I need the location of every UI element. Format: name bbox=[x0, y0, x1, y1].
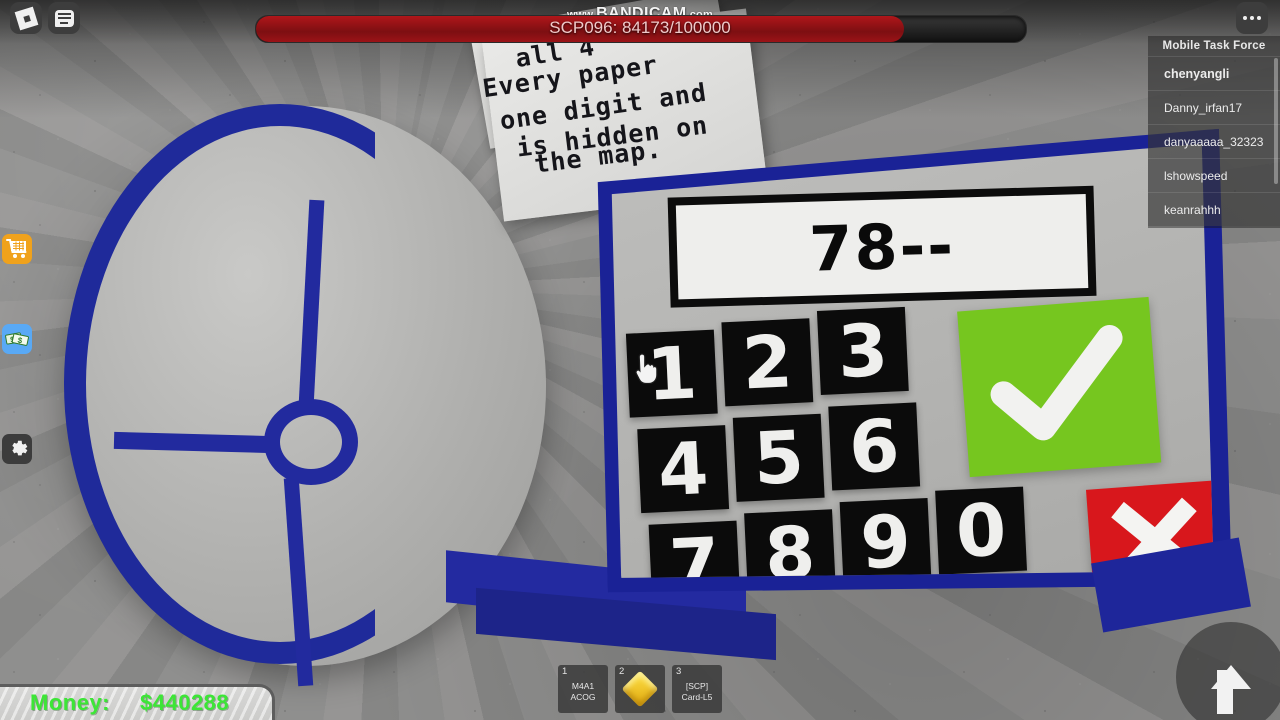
hotbar-slot-1-number: 1 bbox=[562, 666, 568, 677]
keypad-display-border: 78-- bbox=[668, 186, 1097, 308]
cash-icon: $ $ bbox=[5, 332, 29, 346]
jump-arrow-stem bbox=[1217, 670, 1233, 714]
hotbar-slot-3[interactable]: 3 [SCP] Card-L5 bbox=[672, 665, 722, 713]
game-viewport: all 4 Every paper one digit and is hidde… bbox=[0, 0, 1280, 720]
hotbar-slot-1-label: M4A1 ACOG bbox=[570, 681, 596, 702]
player-list-scrollbar[interactable] bbox=[1274, 58, 1278, 184]
hotbar[interactable]: 1 M4A1 ACOG 2 3 [SCP] Card-L5 bbox=[558, 665, 722, 713]
player-list-item-4[interactable]: keanrahhh bbox=[1148, 192, 1280, 226]
keypad-key-7[interactable]: 7 bbox=[649, 521, 741, 609]
money-value: $440288 bbox=[140, 690, 230, 715]
keypad-display: 78-- bbox=[676, 194, 1088, 299]
player-list[interactable]: Mobile Task Force chenyangli Danny_irfan… bbox=[1148, 36, 1280, 228]
gear-icon bbox=[12, 440, 28, 456]
hotbar-slot-3-number: 3 bbox=[676, 666, 682, 677]
vault-hub bbox=[264, 399, 358, 485]
player-list-item-1[interactable]: Danny_irfan17 bbox=[1148, 90, 1280, 124]
hotbar-slot-2[interactable]: 2 bbox=[615, 665, 665, 713]
money-label: Money: bbox=[30, 690, 110, 715]
keypad-key-9[interactable]: 9 bbox=[840, 498, 932, 586]
player-list-item-3[interactable]: lshowspeed bbox=[1148, 158, 1280, 192]
keypad-key-3[interactable]: 3 bbox=[817, 307, 909, 395]
gem-icon bbox=[621, 670, 659, 708]
keypad-display-value: 78-- bbox=[808, 208, 956, 286]
hotbar-slot-3-label: [SCP] Card-L5 bbox=[680, 681, 715, 703]
keypad-face: 78-- 1 2 3 4 5 6 7 8 9 0 bbox=[599, 144, 1226, 613]
vault-door-wheel bbox=[46, 96, 776, 687]
hotbar-slot-3-line1: [SCP] bbox=[685, 681, 709, 691]
keypad-key-5[interactable]: 5 bbox=[733, 414, 825, 502]
keypad-key-0[interactable]: 0 bbox=[935, 487, 1027, 575]
hotbar-slot-1[interactable]: 1 M4A1 ACOG bbox=[558, 665, 608, 713]
jump-button[interactable] bbox=[1176, 622, 1280, 720]
settings-button[interactable] bbox=[2, 434, 32, 464]
checkmark-icon bbox=[978, 316, 1140, 457]
shopping-cart-icon bbox=[6, 239, 27, 258]
hotbar-slot-2-number: 2 bbox=[619, 666, 625, 677]
hotbar-slot-3-line2: Card-L5 bbox=[681, 692, 713, 702]
player-list-item-2[interactable]: danyaaaaa_32323 bbox=[1148, 124, 1280, 158]
shop-button[interactable] bbox=[2, 234, 32, 264]
keypad-key-4[interactable]: 4 bbox=[637, 425, 729, 513]
keypad-confirm-button[interactable] bbox=[957, 297, 1161, 477]
health-bar-label: SCP096: 84173/100000 bbox=[549, 18, 731, 37]
keypad-key-6[interactable]: 6 bbox=[828, 402, 920, 490]
player-list-title: Mobile Task Force bbox=[1162, 40, 1266, 52]
keypad-key-2[interactable]: 2 bbox=[721, 318, 813, 406]
player-list-item-0[interactable]: chenyangli bbox=[1148, 56, 1280, 90]
mouse-cursor-pointer-hand bbox=[635, 353, 658, 385]
money-shop-button[interactable]: $ $ bbox=[2, 324, 32, 354]
